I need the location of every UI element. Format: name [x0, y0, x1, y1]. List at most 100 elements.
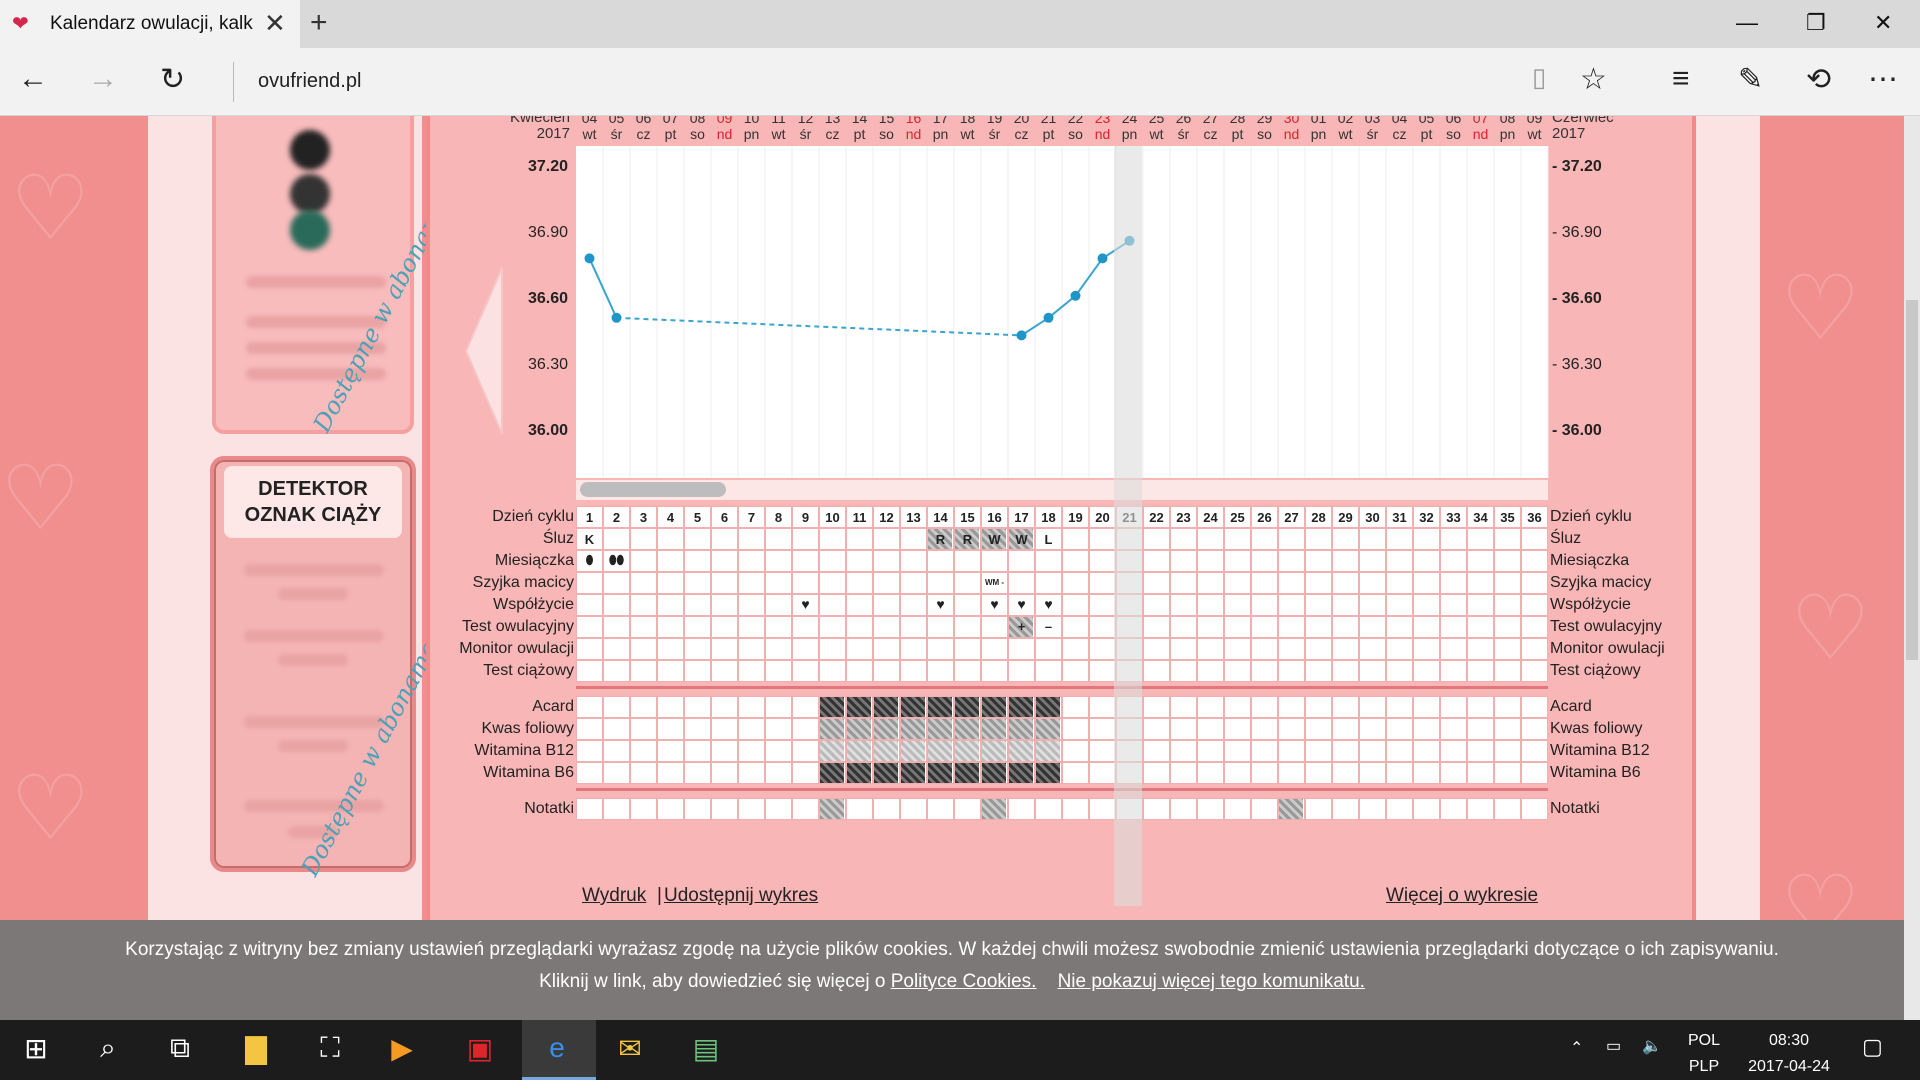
grid-cell[interactable] [1359, 594, 1386, 616]
grid-cell[interactable] [1143, 718, 1170, 740]
grid-cell[interactable] [846, 638, 873, 660]
grid-cell[interactable] [1386, 718, 1413, 740]
grid-cell[interactable] [1143, 740, 1170, 762]
grid-cell[interactable] [711, 718, 738, 740]
grid-cell[interactable] [873, 550, 900, 572]
grid-cell[interactable] [900, 550, 927, 572]
note-mark[interactable] [1279, 799, 1303, 819]
grid-cell[interactable] [765, 550, 792, 572]
grid-cell[interactable] [1386, 740, 1413, 762]
grid-cell[interactable] [1359, 798, 1386, 820]
grid-cell[interactable] [1467, 594, 1494, 616]
grid-cell[interactable] [1089, 660, 1116, 682]
grid-cell[interactable] [900, 572, 927, 594]
grid-cell[interactable] [1440, 550, 1467, 572]
grid-cell[interactable] [954, 572, 981, 594]
grid-cell[interactable] [954, 550, 981, 572]
grid-cell[interactable] [1278, 572, 1305, 594]
grid-cell[interactable] [1170, 762, 1197, 784]
grid-cell[interactable] [1332, 528, 1359, 550]
grid-cell[interactable] [927, 798, 954, 820]
grid-cell[interactable] [657, 740, 684, 762]
grid-cell[interactable] [1035, 638, 1062, 660]
grid-cell[interactable] [603, 594, 630, 616]
grid-cell[interactable] [981, 660, 1008, 682]
grid-cell[interactable] [630, 616, 657, 638]
app-green-icon[interactable]: ▤ [686, 1032, 726, 1065]
grid-cell[interactable] [954, 594, 981, 616]
grid-cell[interactable] [630, 572, 657, 594]
grid-cell[interactable] [1170, 718, 1197, 740]
grid-cell[interactable] [738, 616, 765, 638]
grid-cell[interactable] [1224, 696, 1251, 718]
grid-cell[interactable] [1413, 616, 1440, 638]
grid-cell[interactable] [630, 762, 657, 784]
grid-cell[interactable] [1197, 638, 1224, 660]
grid-cell[interactable] [819, 594, 846, 616]
grid-cell[interactable] [819, 572, 846, 594]
grid-cell[interactable] [1359, 762, 1386, 784]
grid-cell[interactable] [1413, 740, 1440, 762]
grid-cell[interactable] [1494, 660, 1521, 682]
grid-cell[interactable] [1521, 696, 1548, 718]
grid-cell[interactable] [819, 660, 846, 682]
grid-cell[interactable] [1440, 660, 1467, 682]
grid-cell[interactable] [792, 696, 819, 718]
grid-cell[interactable] [1359, 718, 1386, 740]
grid-cell[interactable] [1359, 572, 1386, 594]
grid-cell[interactable] [1413, 638, 1440, 660]
grid-cell[interactable] [711, 594, 738, 616]
grid-cell[interactable] [1251, 718, 1278, 740]
reading-view-icon[interactable]: ▯ [1532, 62, 1546, 93]
grid-cell[interactable] [1305, 696, 1332, 718]
grid-cell[interactable] [1143, 528, 1170, 550]
grid-cell[interactable] [1521, 638, 1548, 660]
grid-cell[interactable] [1494, 740, 1521, 762]
grid-cell[interactable] [684, 572, 711, 594]
note-mark[interactable] [982, 799, 1006, 819]
grid-cell[interactable] [927, 572, 954, 594]
grid-cell[interactable] [1494, 798, 1521, 820]
grid-cell[interactable] [846, 594, 873, 616]
grid-cell[interactable] [684, 740, 711, 762]
grid-cell[interactable] [1197, 572, 1224, 594]
grid-cell[interactable] [846, 616, 873, 638]
print-link[interactable]: Wydruk [582, 885, 646, 907]
grid-cell[interactable] [1143, 594, 1170, 616]
grid-cell[interactable] [1521, 762, 1548, 784]
grid-cell[interactable] [1062, 528, 1089, 550]
language-indicator[interactable]: POL PLP [1688, 1028, 1720, 1080]
grid-cell[interactable] [1035, 660, 1062, 682]
grid-cell[interactable] [684, 798, 711, 820]
grid-cell[interactable] [1359, 616, 1386, 638]
grid-cell[interactable] [657, 718, 684, 740]
grid-cell[interactable] [873, 660, 900, 682]
grid-cell[interactable] [1062, 594, 1089, 616]
grid-cell[interactable] [1440, 528, 1467, 550]
note-mark[interactable] [820, 799, 844, 819]
back-icon[interactable]: ← [18, 62, 48, 96]
grid-cell[interactable] [603, 762, 630, 784]
grid-cell[interactable] [1197, 594, 1224, 616]
grid-cell[interactable] [657, 594, 684, 616]
grid-cell[interactable] [1359, 660, 1386, 682]
grid-cell[interactable] [1305, 798, 1332, 820]
grid-cell[interactable] [1224, 798, 1251, 820]
grid-cell[interactable] [1008, 798, 1035, 820]
grid-cell[interactable] [765, 660, 792, 682]
grid-cell[interactable] [1305, 528, 1332, 550]
grid-cell[interactable] [954, 798, 981, 820]
grid-cell[interactable] [819, 550, 846, 572]
grid-cell[interactable] [1413, 696, 1440, 718]
grid-cell[interactable] [684, 638, 711, 660]
chart-scroll-thumb[interactable] [580, 482, 726, 497]
grid-cell[interactable] [1521, 594, 1548, 616]
share-icon[interactable]: ⟲ [1806, 62, 1831, 97]
grid-cell[interactable] [1035, 798, 1062, 820]
grid-cell[interactable] [630, 740, 657, 762]
grid-cell[interactable] [954, 660, 981, 682]
grid-cell[interactable] [1440, 762, 1467, 784]
grid-cell[interactable] [792, 638, 819, 660]
grid-cell[interactable] [1332, 660, 1359, 682]
grid-cell[interactable] [873, 638, 900, 660]
